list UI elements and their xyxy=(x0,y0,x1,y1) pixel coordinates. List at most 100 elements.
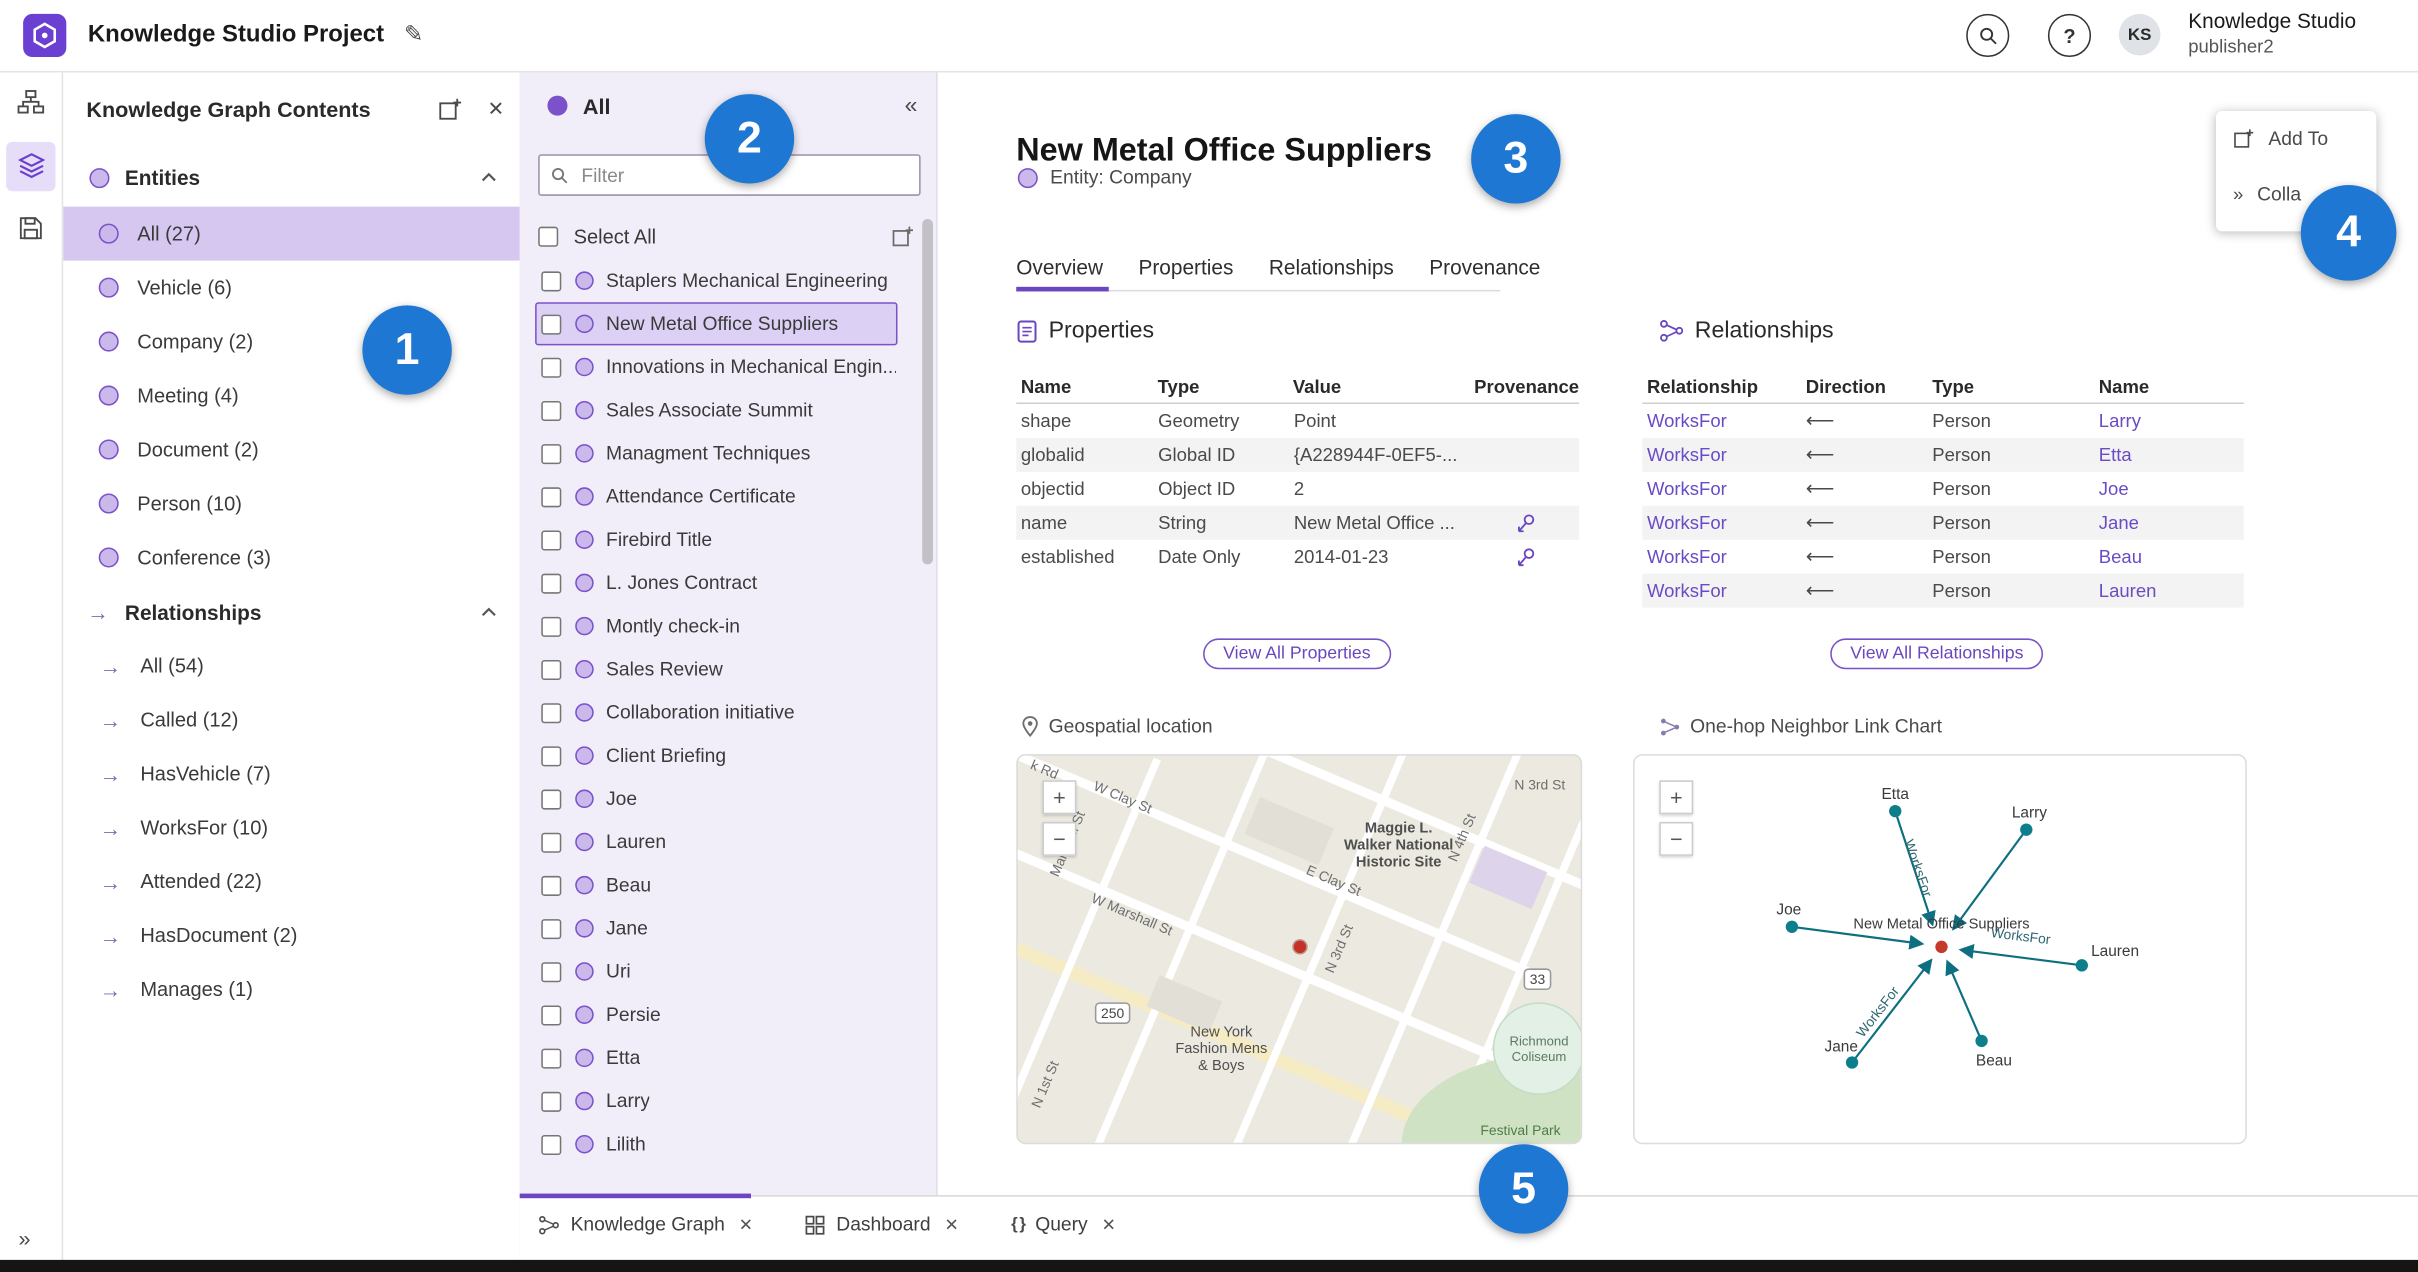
tab-relationships[interactable]: Relationships xyxy=(1269,256,1394,291)
list-item[interactable]: Beau xyxy=(535,864,897,907)
entity-filter-person[interactable]: Person (10) xyxy=(62,477,520,531)
list-item[interactable]: Joe xyxy=(535,777,897,820)
tab-query[interactable]: { } Query ✕ xyxy=(1011,1214,1116,1236)
list-item[interactable]: Uri xyxy=(535,950,897,993)
list-item[interactable]: Montly check-in xyxy=(535,604,897,647)
entity-filter-vehicle[interactable]: Vehicle (6) xyxy=(62,261,520,315)
list-item[interactable]: Etta xyxy=(535,1036,897,1079)
tab-dashboard[interactable]: Dashboard ✕ xyxy=(805,1214,959,1235)
item-checkbox[interactable] xyxy=(541,745,562,766)
view-all-properties-button[interactable]: View All Properties xyxy=(1203,638,1391,670)
item-checkbox[interactable] xyxy=(541,529,562,550)
chevron-up-icon[interactable] xyxy=(480,171,499,183)
layers-rail-button[interactable] xyxy=(18,153,45,179)
graph-node[interactable] xyxy=(2020,823,2033,836)
graph-node[interactable] xyxy=(2075,959,2088,972)
collapse-panel-icon[interactable]: « xyxy=(905,93,918,119)
entity-link[interactable]: Lauren xyxy=(2099,580,2244,602)
list-item[interactable]: Managment Techniques xyxy=(535,432,897,475)
zoom-in-button[interactable]: + xyxy=(1042,780,1077,815)
list-item[interactable]: Larry xyxy=(535,1079,897,1122)
help-button[interactable]: ? xyxy=(2047,13,2092,58)
relationship-filter-manages[interactable]: → Manages (1) xyxy=(62,962,520,1016)
relationship-filter-all[interactable]: → All (54) xyxy=(62,638,520,692)
entity-link[interactable]: Jane xyxy=(2099,512,2244,534)
graph-node[interactable] xyxy=(1785,920,1799,933)
zoom-out-button[interactable]: − xyxy=(1042,821,1077,856)
item-checkbox[interactable] xyxy=(541,572,562,593)
list-item[interactable]: L. Jones Contract xyxy=(535,561,897,604)
entity-link[interactable]: Beau xyxy=(2099,546,2244,568)
item-checkbox[interactable] xyxy=(541,356,562,378)
user-avatar[interactable]: KS xyxy=(2118,13,2161,56)
list-item[interactable]: Client Briefing xyxy=(535,734,897,777)
list-item[interactable]: Sales Review xyxy=(535,648,897,691)
list-scrollbar[interactable] xyxy=(922,218,933,565)
add-item-button[interactable] xyxy=(438,97,463,122)
item-checkbox[interactable] xyxy=(541,400,562,421)
relationship-link[interactable]: WorksFor xyxy=(1642,546,1805,568)
expand-rail-button[interactable]: » xyxy=(19,1226,31,1251)
item-checkbox[interactable] xyxy=(541,443,562,464)
entity-filter-all[interactable]: All (27) xyxy=(61,206,520,261)
item-checkbox[interactable] xyxy=(541,1091,562,1112)
graph-node[interactable] xyxy=(1975,1034,1988,1048)
relationships-section-header[interactable]: → Relationships xyxy=(62,589,520,635)
list-item[interactable]: Jane xyxy=(535,907,897,950)
add-to-menu-item[interactable]: Add To xyxy=(2216,111,2376,167)
relationship-filter-attended[interactable]: → Attended (22) xyxy=(62,854,520,908)
item-checkbox[interactable] xyxy=(541,313,562,334)
relationship-filter-hasvehicle[interactable]: → HasVehicle (7) xyxy=(62,746,520,800)
entity-filter-conference[interactable]: Conference (3) xyxy=(62,530,520,584)
item-checkbox[interactable] xyxy=(541,961,562,982)
list-item[interactable]: Lilith xyxy=(535,1123,897,1166)
relationship-filter-worksfor[interactable]: → WorksFor (10) xyxy=(62,800,520,854)
entity-link[interactable]: Joe xyxy=(2099,478,2244,500)
item-checkbox[interactable] xyxy=(541,616,562,637)
relationship-link[interactable]: WorksFor xyxy=(1642,478,1805,500)
graph-node[interactable] xyxy=(1889,804,1902,818)
entity-filter-meeting[interactable]: Meeting (4) xyxy=(62,369,520,423)
view-all-relationships-button[interactable]: View All Relationships xyxy=(1830,638,2044,670)
entity-link[interactable]: Larry xyxy=(2099,410,2244,432)
item-checkbox[interactable] xyxy=(541,918,562,939)
close-tab-icon[interactable]: ✕ xyxy=(1102,1214,1116,1235)
list-item[interactable]: Sales Associate Summit xyxy=(535,389,897,432)
graph-node[interactable] xyxy=(1845,1056,1859,1069)
tab-properties[interactable]: Properties xyxy=(1138,256,1233,291)
link-chart-canvas[interactable]: WorksFor WorksFor WorksFor Etta Larry Jo… xyxy=(1633,754,2247,1145)
sitemap-rail-button[interactable] xyxy=(17,89,45,114)
item-checkbox[interactable] xyxy=(541,270,562,291)
tab-provenance[interactable]: Provenance xyxy=(1429,256,1540,291)
item-checkbox[interactable] xyxy=(541,702,562,723)
list-item[interactable]: Staplers Mechanical Engineering xyxy=(535,259,897,302)
list-item[interactable]: Innovations in Mechanical Engin... xyxy=(535,345,897,388)
list-item[interactable]: Collaboration initiative xyxy=(535,691,897,734)
relationship-link[interactable]: WorksFor xyxy=(1642,580,1805,602)
entities-section-header[interactable]: Entities xyxy=(62,154,520,200)
item-checkbox[interactable] xyxy=(541,831,562,853)
list-item[interactable]: Persie xyxy=(535,993,897,1036)
close-tab-icon[interactable]: ✕ xyxy=(739,1214,753,1235)
chevron-up-icon[interactable] xyxy=(480,606,499,618)
relationship-link[interactable]: WorksFor xyxy=(1642,410,1805,432)
save-rail-button[interactable] xyxy=(19,216,44,241)
list-item[interactable]: Firebird Title xyxy=(535,518,897,561)
list-item[interactable]: Lauren xyxy=(535,820,897,863)
item-checkbox[interactable] xyxy=(541,875,562,896)
close-panel-button[interactable]: ✕ xyxy=(487,97,504,122)
item-checkbox[interactable] xyxy=(541,1004,562,1025)
provenance-link-icon[interactable] xyxy=(1516,513,1536,533)
app-logo[interactable] xyxy=(23,13,67,58)
relationship-filter-called[interactable]: → Called (12) xyxy=(62,692,520,746)
entity-filter-document[interactable]: Document (2) xyxy=(62,423,520,477)
search-button[interactable] xyxy=(1966,13,2010,58)
entity-link[interactable]: Etta xyxy=(2099,444,2244,466)
provenance-link-icon[interactable] xyxy=(1516,547,1536,567)
map-canvas[interactable]: Richmond Coliseum k Rd W Clay St E Clay … xyxy=(1016,754,1583,1145)
item-checkbox[interactable] xyxy=(541,788,562,809)
select-all-checkbox[interactable] xyxy=(538,225,559,246)
item-checkbox[interactable] xyxy=(541,486,562,507)
zoom-out-button[interactable]: − xyxy=(1659,821,1694,856)
add-selection-button[interactable] xyxy=(891,224,914,247)
